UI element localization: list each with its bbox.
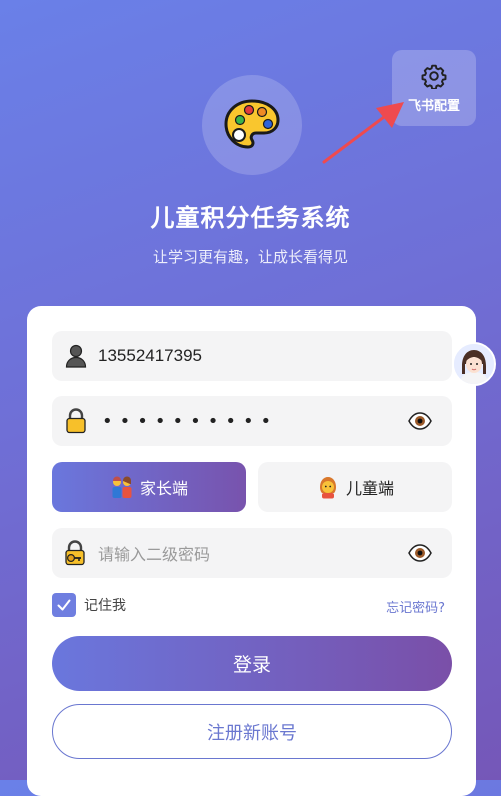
second-password-field[interactable]: 请输入二级密码 (52, 528, 452, 578)
password-field[interactable]: •••••••••• (52, 396, 452, 446)
remember-me[interactable]: 记住我 (52, 593, 126, 617)
remember-checkbox[interactable] (52, 593, 76, 617)
role-child-button[interactable]: 儿童端 (258, 462, 452, 512)
annotation-arrow-icon (322, 102, 404, 164)
role-parent-button[interactable]: 家长端 (52, 462, 246, 512)
eye-icon[interactable] (408, 542, 432, 564)
palette-icon (224, 99, 280, 149)
feishu-config-label: 飞书配置 (407, 98, 460, 114)
user-silhouette-icon (64, 344, 88, 368)
second-password-placeholder: 请输入二级密码 (98, 545, 211, 564)
remember-label: 记住我 (84, 598, 126, 614)
login-card: 13552417395 •••••••••• 家长端 儿童端 请输入二级密码 记… (27, 306, 476, 796)
forgot-password-link[interactable]: 忘记密码? (386, 597, 445, 616)
password-mask: •••••••••• (102, 410, 279, 432)
login-button[interactable]: 登录 (52, 636, 452, 691)
lock-icon (64, 408, 88, 434)
gear-icon (421, 64, 447, 89)
phone-value: 13552417395 (98, 346, 203, 365)
role-child-label: 儿童端 (345, 479, 394, 498)
assistant-avatar[interactable] (452, 342, 496, 386)
app-logo (202, 75, 302, 175)
register-button[interactable]: 注册新账号 (52, 704, 452, 759)
child-icon (319, 477, 336, 499)
page-subtitle: 让学习更有趣，让成长看得见 (152, 248, 348, 266)
page-title: 儿童积分任务系统 (150, 204, 351, 232)
checkmark-icon (57, 599, 71, 611)
lock-with-key-icon (64, 540, 88, 566)
role-parent-label: 家长端 (139, 479, 188, 498)
family-icon (112, 476, 132, 498)
eye-icon[interactable] (408, 410, 432, 432)
assistant-avatar-icon (454, 344, 494, 384)
phone-field[interactable]: 13552417395 (52, 331, 452, 381)
